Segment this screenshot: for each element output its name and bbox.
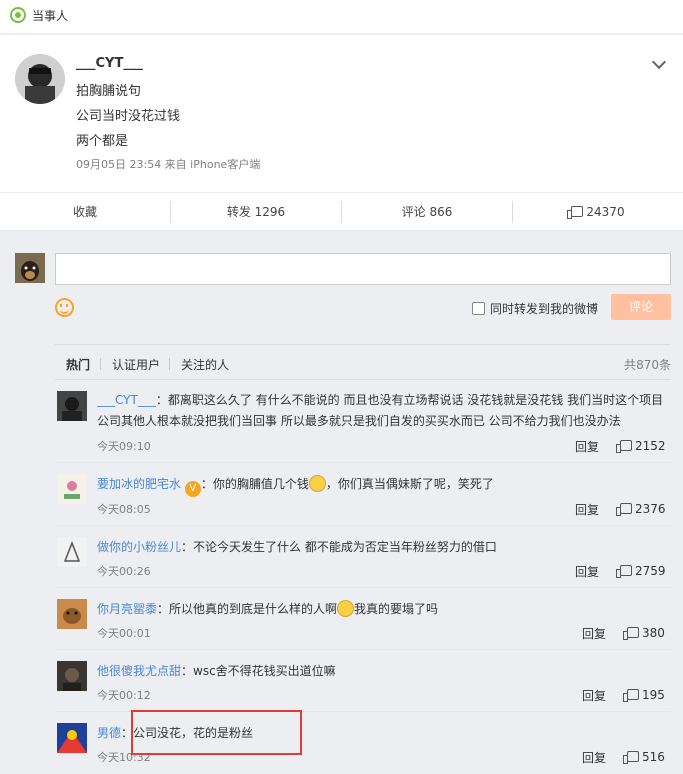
comment-row: 你月亮罂黍：所以他真的到底是什么样的人啊 我真的要塌了吗 今天00:01 回复 3…	[55, 588, 671, 650]
avatar-image	[57, 537, 87, 567]
thumbs-up-icon	[623, 627, 639, 640]
divider	[169, 358, 170, 370]
verified-badge-icon: V	[184, 481, 201, 497]
comment-like-button[interactable]: 516	[623, 750, 665, 764]
reply-button[interactable]: 回复	[575, 438, 599, 455]
comment-body-cont: ，你们真当偶妹斯了呢，笑死了	[325, 477, 494, 491]
tab-verified-users[interactable]: 认证用户	[112, 356, 160, 373]
avatar-image	[57, 723, 87, 753]
comment-like-button[interactable]: 2759	[616, 564, 666, 578]
highlight-box	[131, 710, 302, 755]
comment-like-count: 2759	[635, 564, 666, 578]
post-line-2: 公司当时没花过钱	[76, 109, 181, 124]
comment-filter-bar: 热门 认证用户 关注的人 共870条	[55, 344, 671, 380]
action-bar: 收藏 转发 1296 评论 866 24370	[0, 192, 683, 230]
comment-time: 今天09:10	[97, 440, 151, 453]
reply-button[interactable]: 回复	[575, 563, 599, 580]
also-repost-label: 同时转发到我的微博	[490, 302, 599, 316]
thumbs-up-icon	[616, 503, 632, 516]
comment-like-count: 516	[642, 750, 665, 764]
thumbs-up-icon	[616, 440, 632, 453]
comment-text: 他很傻我尤点甜：wsc舍不得花钱买出道位嘛	[97, 661, 667, 682]
commenter-avatar[interactable]	[57, 661, 87, 691]
avatar-image	[15, 54, 65, 104]
commenter-name[interactable]: 做你的小粉丝儿	[97, 540, 181, 554]
comment-row: ___CYT___：都离职这么久了 有什么不能说的 而且也没有立场帮说话 没花钱…	[55, 383, 671, 463]
comment-body-cont: 我真的要塌了吗	[354, 602, 439, 616]
dog-avatar-image	[15, 253, 45, 283]
reply-button[interactable]: 回复	[582, 749, 606, 766]
divider	[100, 358, 101, 370]
reply-button[interactable]: 回复	[582, 625, 606, 642]
commenter-name[interactable]: 要加冰的肥宅水	[97, 477, 181, 491]
post-author-avatar[interactable]	[15, 54, 65, 104]
post-line-3: 两个都是	[76, 134, 129, 149]
avatar-image	[57, 391, 87, 421]
reply-button[interactable]: 回复	[582, 687, 606, 704]
comment-row: 要加冰的肥宅水 V ：你的胸脯值几个钱 ，你们真当偶妹斯了呢，笑死了 今天08:05…	[55, 463, 671, 526]
post-meta: 09月05日 23:54 来自 iPhone客户端	[76, 158, 261, 171]
commenter-name[interactable]: ___CYT___	[97, 393, 156, 407]
comment-body: ：都离职这么久了 有什么不能说的 而且也没有立场帮说话 没花钱就是没花钱 我们当…	[97, 393, 664, 428]
comment-text: 要加冰的肥宅水 V ：你的胸脯值几个钱 ，你们真当偶妹斯了呢，笑死了	[97, 474, 667, 497]
thumbs-up-icon	[616, 565, 632, 578]
comment-time: 今天08:05	[97, 503, 151, 516]
comment-like-button[interactable]: 380	[623, 626, 665, 640]
comment-total: 共870条	[624, 358, 671, 372]
comment-time: 今天00:01	[97, 627, 151, 640]
reply-button[interactable]: 回复	[575, 501, 599, 518]
comment-like-count: 380	[642, 626, 665, 640]
favorite-button[interactable]: 收藏	[0, 193, 170, 231]
comment-time: 今天00:26	[97, 565, 151, 578]
comment-body: ：不论今天发生了什么 都不能成为否定当年粉丝努力的借口	[181, 540, 497, 554]
commenter-name[interactable]: 他很傻我尤点甜	[97, 664, 181, 678]
comment-body: ：wsc舍不得花钱买出道位嘛	[181, 664, 336, 678]
commenter-name[interactable]: 你月亮罂黍	[97, 602, 157, 616]
avatar-image	[57, 661, 87, 691]
tab-hot[interactable]: 热门	[66, 356, 90, 373]
comment-row: 他很傻我尤点甜：wsc舍不得花钱买出道位嘛 今天00:12 回复 195	[55, 650, 671, 712]
comment-text: ___CYT___：都离职这么久了 有什么不能说的 而且也没有立场帮说话 没花钱…	[97, 390, 667, 432]
also-repost-checkbox[interactable]	[472, 302, 485, 315]
comment-body: ：所以他真的到底是什么样的人啊	[157, 602, 338, 616]
post-author-name[interactable]: ___CYT___	[76, 56, 143, 71]
header-bar: 当事人	[0, 0, 683, 34]
tab-following[interactable]: 关注的人	[181, 356, 229, 373]
smile-emoji-icon	[308, 475, 326, 492]
post-line-1: 拍胸脯说句	[76, 84, 142, 99]
thumbs-up-icon	[623, 751, 639, 764]
comment-like-count: 2152	[635, 439, 666, 453]
comment-like-button[interactable]: 2152	[616, 439, 666, 453]
comment-button[interactable]: 评论 866	[342, 193, 512, 231]
crying-emoji-icon	[337, 600, 355, 617]
like-button[interactable]: 24370	[513, 193, 683, 231]
comment-body: ：你的胸脯值几个钱	[200, 477, 309, 491]
repost-button[interactable]: 转发 1296	[171, 193, 341, 231]
avatar-image	[57, 474, 87, 504]
comment-row: 做你的小粉丝儿：不论今天发生了什么 都不能成为否定当年粉丝努力的借口 今天00:…	[55, 526, 671, 588]
commenter-avatar[interactable]	[57, 391, 87, 421]
current-user-avatar[interactable]	[15, 253, 45, 283]
comment-input[interactable]	[55, 253, 671, 285]
commenter-avatar[interactable]	[57, 723, 87, 753]
comment-like-count: 2376	[635, 502, 666, 516]
commenter-name[interactable]: 男德	[97, 726, 121, 740]
comment-text: 做你的小粉丝儿：不论今天发生了什么 都不能成为否定当年粉丝努力的借口	[97, 537, 667, 558]
like-count: 24370	[586, 205, 625, 219]
commenter-avatar[interactable]	[57, 537, 87, 567]
comment-like-count: 195	[642, 688, 665, 702]
location-pin-icon	[10, 7, 26, 23]
commenter-avatar[interactable]	[57, 474, 87, 504]
avatar-image	[57, 599, 87, 629]
thumbs-up-icon	[623, 689, 639, 702]
comment-text: 你月亮罂黍：所以他真的到底是什么样的人啊 我真的要塌了吗	[97, 599, 667, 620]
thumbs-up-icon	[567, 206, 584, 219]
badge-label: 当事人	[32, 9, 69, 23]
comment-like-button[interactable]: 195	[623, 688, 665, 702]
emoji-picker-icon[interactable]	[55, 298, 74, 317]
comment-like-button[interactable]: 2376	[616, 502, 666, 516]
comment-time: 今天00:12	[97, 689, 151, 702]
commenter-avatar[interactable]	[57, 599, 87, 629]
submit-comment-button[interactable]: 评论	[611, 294, 671, 320]
